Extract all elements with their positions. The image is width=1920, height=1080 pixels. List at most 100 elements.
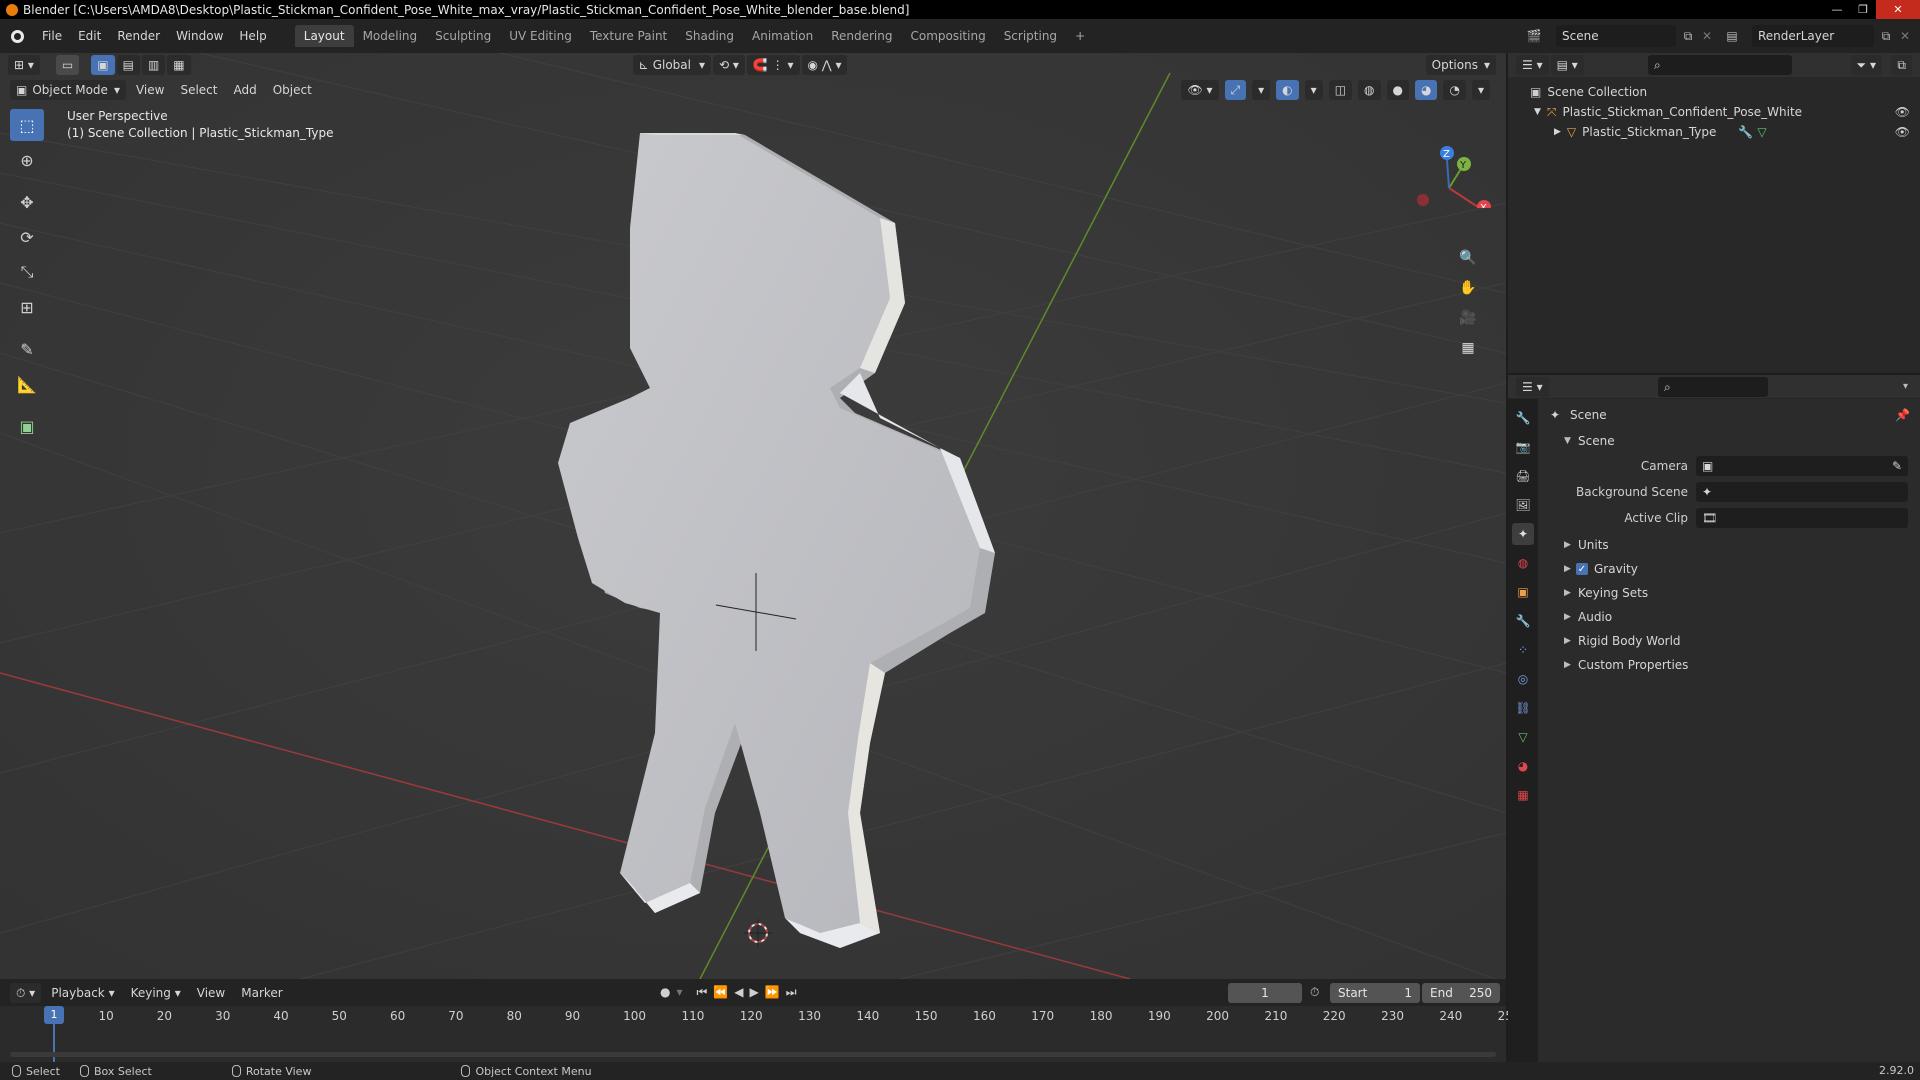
- zoom-icon[interactable]: 🔍: [1456, 246, 1480, 270]
- expand-arrow-icon[interactable]: ▼: [1534, 107, 1541, 117]
- physics-tab-icon[interactable]: ◎: [1512, 668, 1534, 690]
- scene-browse-icon[interactable]: 🎬: [1524, 26, 1544, 46]
- texture-tab-icon[interactable]: ▦: [1512, 784, 1534, 806]
- solid-shading-icon[interactable]: ●: [1386, 80, 1409, 100]
- tab-layout[interactable]: Layout: [294, 25, 354, 47]
- minimize-button[interactable]: —: [1824, 0, 1850, 19]
- menu-keying[interactable]: Keying ▾: [123, 983, 189, 1003]
- delete-scene-icon[interactable]: ✕: [1697, 26, 1717, 46]
- object-tab-icon[interactable]: ▣: [1512, 581, 1534, 603]
- add-cube-tool[interactable]: ▣: [10, 410, 44, 442]
- overlay-dropdown-icon[interactable]: ▾: [1304, 80, 1323, 100]
- display-mode-dropdown[interactable]: ▤ ▾: [1550, 55, 1584, 75]
- rendered-shading-icon[interactable]: ◔: [1443, 80, 1466, 100]
- options-dropdown[interactable]: Options ▾: [1425, 55, 1496, 75]
- tab-rendering[interactable]: Rendering: [822, 25, 901, 47]
- gravity-checkbox[interactable]: ✓: [1576, 563, 1588, 575]
- shading-dropdown-icon[interactable]: ▾: [1471, 80, 1490, 100]
- collapse-arrow-icon[interactable]: ▼: [1564, 436, 1571, 446]
- select-box-tool[interactable]: ⬚: [10, 109, 44, 141]
- maximize-button[interactable]: ❐: [1850, 0, 1876, 19]
- select-tool-button[interactable]: ▭: [55, 55, 80, 75]
- current-frame-field[interactable]: 1: [1228, 983, 1302, 1003]
- gizmo-toggle[interactable]: ⤢: [1224, 80, 1247, 100]
- view-layer-field[interactable]: RenderLayer: [1752, 25, 1874, 47]
- scene-name-field[interactable]: Scene: [1556, 25, 1676, 47]
- background-scene-field[interactable]: ✦: [1696, 482, 1908, 502]
- menu-file[interactable]: File: [34, 25, 70, 47]
- record-dropdown-icon[interactable]: ▾: [676, 985, 682, 1000]
- move-tool[interactable]: ✥: [10, 186, 44, 218]
- close-button[interactable]: ✕: [1876, 0, 1920, 19]
- navigation-gizmo[interactable]: Z Y X 🔍 ✋ 🎥 ▦: [1402, 108, 1492, 356]
- panel-scene-header[interactable]: ▼ Scene: [1538, 429, 1920, 453]
- camera-field[interactable]: ▣ ✎: [1696, 456, 1908, 476]
- properties-editor-type-button[interactable]: ☰ ▾: [1516, 376, 1549, 397]
- properties-options-icon[interactable]: ▾: [1903, 381, 1908, 392]
- viewport-scene[interactable]: [0, 53, 1506, 979]
- play-icon[interactable]: ▶: [750, 985, 759, 1000]
- panel-rigid-body-world[interactable]: ▶ Rigid Body World: [1538, 629, 1920, 653]
- editor-type-button[interactable]: ⊞ ▾: [8, 55, 40, 75]
- transform-orientation-dropdown[interactable]: ⊾ Global ▾: [632, 55, 711, 75]
- tab-modeling[interactable]: Modeling: [354, 25, 427, 47]
- record-button[interactable]: ●: [660, 985, 670, 1000]
- material-tab-icon[interactable]: ◕: [1512, 755, 1534, 777]
- menu-marker[interactable]: Marker: [233, 983, 290, 1003]
- visibility-dropdown[interactable]: 👁 ▾: [1181, 80, 1219, 100]
- rotate-tool[interactable]: ⟳: [10, 221, 44, 253]
- panel-custom-properties[interactable]: ▶ Custom Properties: [1538, 653, 1920, 677]
- expand-arrow-icon[interactable]: ▶: [1564, 588, 1571, 598]
- cursor-tool[interactable]: ⊕: [10, 144, 44, 176]
- timeline-editor-type-button[interactable]: ⏱ ▾: [10, 982, 42, 1003]
- new-view-layer-icon[interactable]: ⧉: [1876, 26, 1896, 46]
- tab-shading[interactable]: Shading: [676, 25, 743, 47]
- active-clip-field[interactable]: 🎞: [1696, 508, 1908, 528]
- particles-tab-icon[interactable]: ⁘: [1512, 639, 1534, 661]
- expand-arrow-icon[interactable]: ▶: [1564, 540, 1571, 550]
- expand-arrow-icon[interactable]: ▶: [1564, 660, 1571, 670]
- preview-range-icon[interactable]: ⏱: [1310, 985, 1319, 1000]
- menu-help[interactable]: Help: [231, 25, 274, 47]
- tab-texture-paint[interactable]: Texture Paint: [581, 25, 676, 47]
- outliner-row-collection[interactable]: ▼ ⤧ Plastic_Stickman_Confident_Pose_Whit…: [1508, 102, 1920, 122]
- menu-render[interactable]: Render: [109, 25, 168, 47]
- measure-tool[interactable]: 📐: [10, 368, 44, 400]
- expand-arrow-icon[interactable]: ▶: [1564, 636, 1571, 646]
- selection-mode-extend[interactable]: ▤: [116, 55, 140, 75]
- selection-mode-new[interactable]: ▣: [91, 55, 115, 75]
- panel-audio[interactable]: ▶ Audio: [1538, 605, 1920, 629]
- axis-gizmo[interactable]: Z Y X: [1402, 108, 1492, 208]
- world-tab-icon[interactable]: ◍: [1512, 552, 1534, 574]
- menu-select[interactable]: Select: [172, 80, 225, 100]
- menu-timeline-view[interactable]: View: [189, 983, 233, 1003]
- add-workspace-button[interactable]: +: [1066, 25, 1094, 47]
- panel-keying-sets[interactable]: ▶ Keying Sets: [1538, 581, 1920, 605]
- constraints-tab-icon[interactable]: ⛓: [1512, 697, 1534, 719]
- tab-animation[interactable]: Animation: [743, 25, 822, 47]
- jump-end-icon[interactable]: ⏭: [786, 985, 797, 1000]
- 3d-viewport[interactable]: ⊞ ▾ ▭ ▣ ▤ ▥ ▦ ⊾ Global ▾ ⟲ ▾ 🧲 ⋮ ▾ ◉ ⋀ ▾…: [0, 53, 1506, 979]
- mode-dropdown[interactable]: ▣ Object Mode ▾: [10, 80, 126, 100]
- timeline-ruler[interactable]: 1102030405060708090100110120130140150160…: [0, 1006, 1521, 1062]
- menu-view[interactable]: View: [128, 80, 172, 100]
- outliner-row-scene-collection[interactable]: ▣ Scene Collection: [1508, 82, 1920, 102]
- camera-view-icon[interactable]: 🎥: [1456, 306, 1480, 330]
- annotate-tool[interactable]: ✎: [10, 333, 44, 365]
- start-frame-field[interactable]: Start 1: [1330, 983, 1420, 1003]
- play-reverse-icon[interactable]: ◀: [734, 985, 743, 1000]
- selection-mode-subtract[interactable]: ▥: [141, 55, 166, 75]
- perspective-toggle-icon[interactable]: ▦: [1456, 336, 1480, 360]
- new-scene-icon[interactable]: ⧉: [1678, 26, 1698, 46]
- expand-arrow-icon[interactable]: ▶: [1554, 127, 1561, 137]
- panel-gravity[interactable]: ▶ ✓ Gravity: [1538, 557, 1920, 581]
- pan-hand-icon[interactable]: ✋: [1456, 276, 1480, 300]
- gizmo-dropdown-icon[interactable]: ▾: [1252, 80, 1271, 100]
- transform-tool[interactable]: ⊞: [10, 291, 44, 323]
- playhead[interactable]: 1: [44, 1006, 64, 1024]
- eyedropper-icon[interactable]: ✎: [1892, 459, 1902, 473]
- menu-window[interactable]: Window: [168, 25, 231, 47]
- expand-arrow-icon[interactable]: ▶: [1564, 564, 1571, 574]
- menu-playback[interactable]: Playback ▾: [43, 983, 122, 1003]
- tab-compositing[interactable]: Compositing: [901, 25, 994, 47]
